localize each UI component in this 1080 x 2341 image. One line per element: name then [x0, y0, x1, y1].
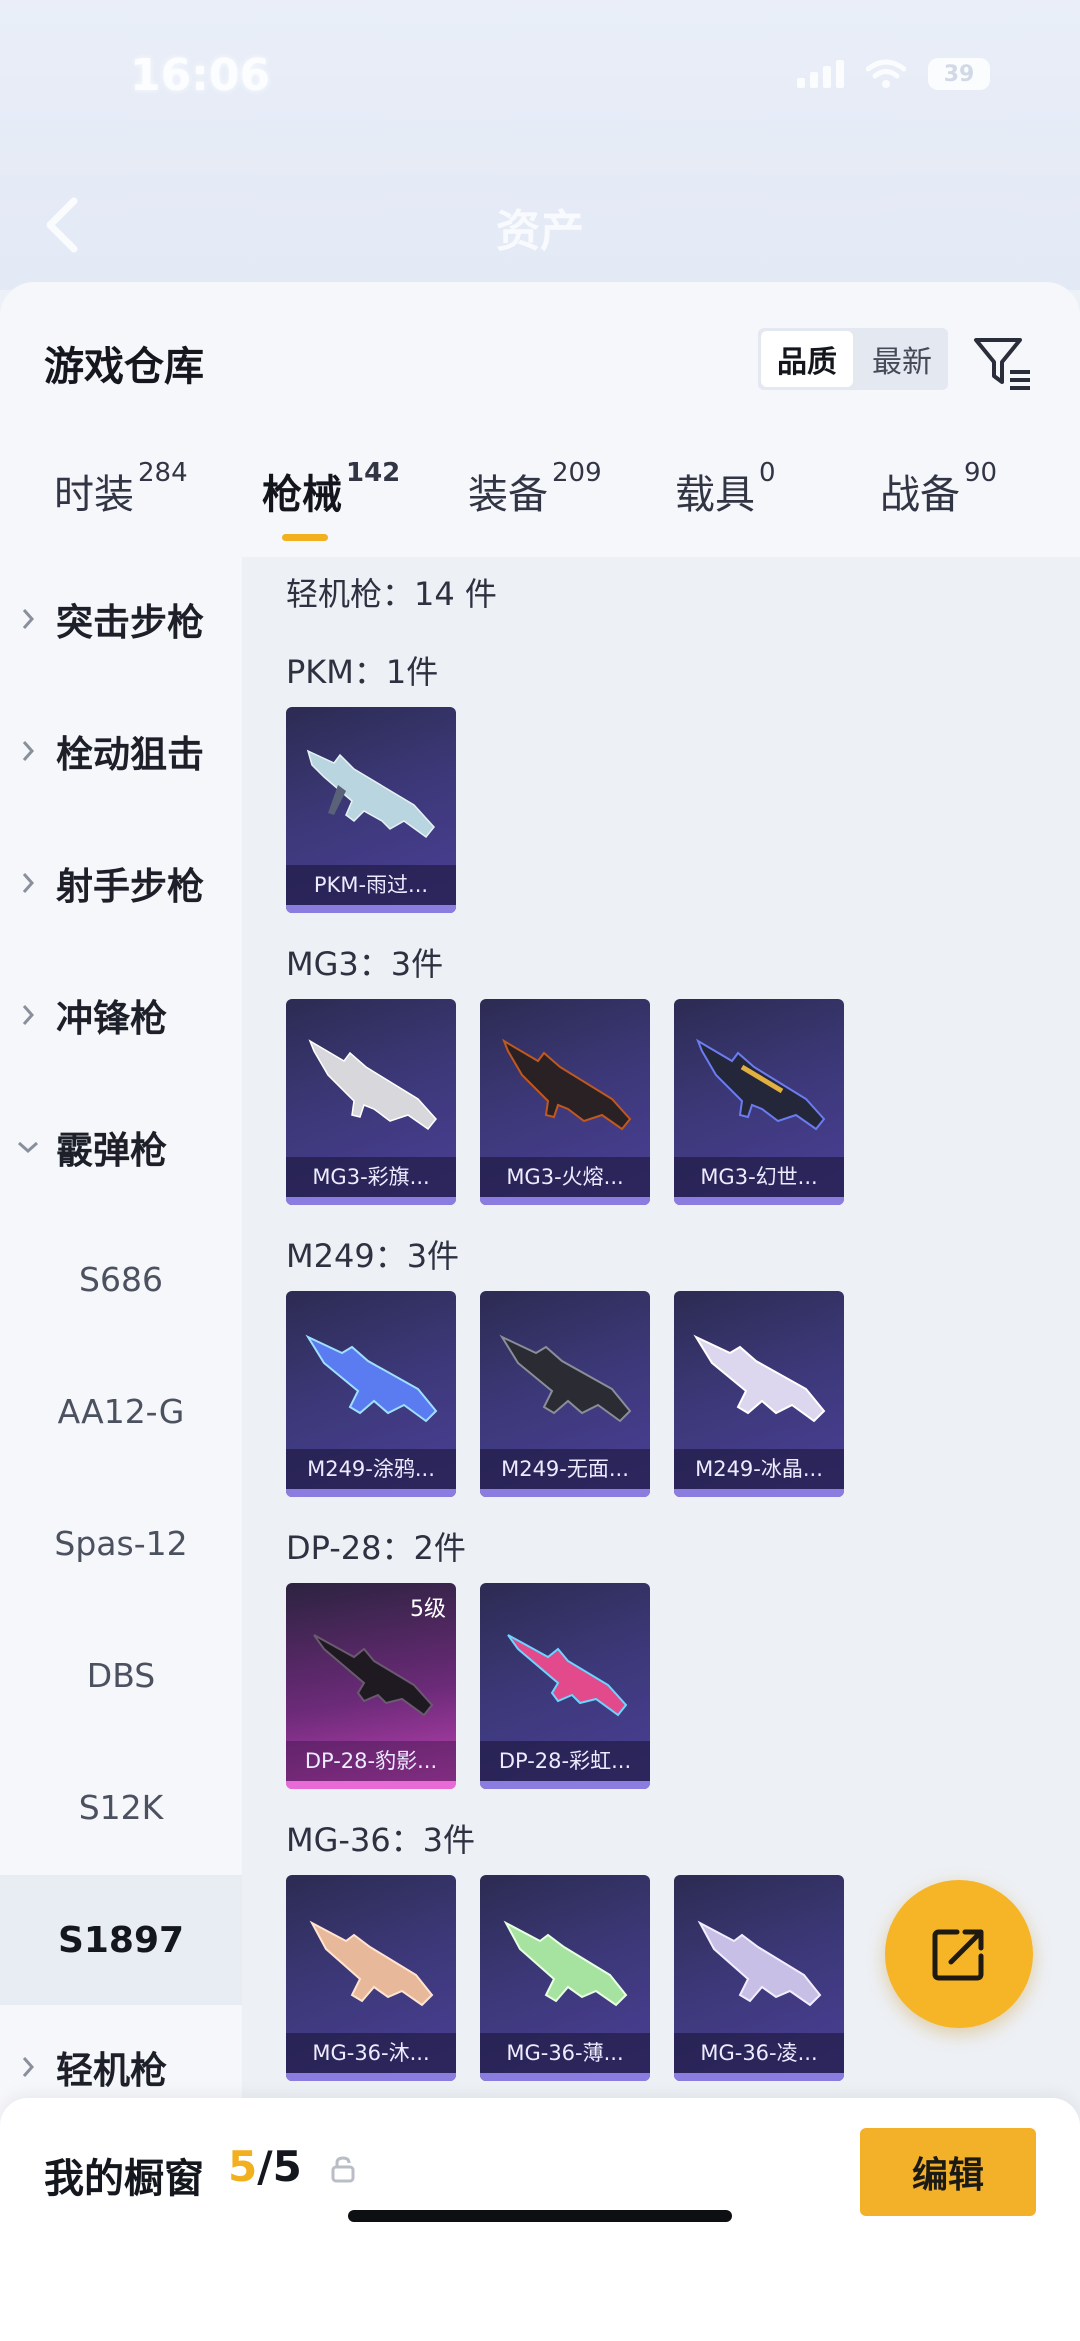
- sidebar-subitem-s12k[interactable]: S12K: [0, 1767, 242, 1847]
- gun-icon: [695, 1038, 826, 1131]
- gun-icon: [503, 1920, 628, 2007]
- weapon-card[interactable]: PKM-雨过...: [286, 707, 456, 913]
- chevron-right-icon: [0, 739, 56, 763]
- sidebar-item-bolt-sniper[interactable]: 栓动狙击: [0, 711, 242, 791]
- weapon-card[interactable]: M249-无面...: [480, 1291, 650, 1497]
- gun-icon: [507, 1634, 628, 1717]
- weapon-card[interactable]: MG-36-凌...: [674, 1875, 844, 2081]
- filter-icon[interactable]: [972, 332, 1034, 394]
- lock-icon[interactable]: [330, 2154, 356, 2184]
- edit-button[interactable]: 编辑: [860, 2128, 1036, 2216]
- signal-icon: [797, 60, 844, 88]
- chevron-right-icon: [0, 1003, 56, 1027]
- sidebar-item-assault-rifle[interactable]: 突击步枪: [0, 579, 242, 659]
- section-title-dp28: DP-28：2件: [286, 1529, 466, 1567]
- section-title-mg36: MG-36：3件: [286, 1821, 476, 1859]
- warehouse-title: 游戏仓库: [44, 344, 204, 390]
- weapon-card[interactable]: M249-冰晶...: [674, 1291, 844, 1497]
- gun-icon: [306, 749, 435, 839]
- sort-newest-button[interactable]: 最新: [856, 328, 948, 390]
- active-tab-indicator: [282, 534, 328, 541]
- section-title-pkm: PKM：1件: [286, 653, 439, 691]
- weapon-type-sidebar: 突击步枪 栓动狙击 射手步枪 冲锋枪 霰弹枪 S686 AA12-G Spas-…: [0, 557, 242, 2341]
- sidebar-subitem-s686[interactable]: S686: [0, 1239, 242, 1319]
- weapon-card[interactable]: MG3-幻世...: [674, 999, 844, 1205]
- section-title-m249: M249：3件: [286, 1237, 460, 1275]
- chevron-down-icon: [0, 1140, 56, 1154]
- tab-vehicles[interactable]: 载具 0: [675, 458, 776, 520]
- tab-guns[interactable]: 枪械 142: [262, 458, 400, 520]
- sidebar-subitem-s1897[interactable]: S1897: [0, 1875, 242, 2005]
- gun-icon: [305, 1334, 438, 1423]
- weapon-card[interactable]: MG-36-薄...: [480, 1875, 650, 2081]
- weapon-list: 轻机枪：14 件 PKM：1件 PKM-雨过... MG3：3件 MG3-彩旗.…: [242, 557, 1080, 2341]
- share-icon: [932, 1929, 984, 1981]
- warehouse-sheet: 游戏仓库 品质 最新 时装 284 枪械 142 装备 209 载具 0 战备 90 突击…: [0, 282, 1080, 2341]
- page-title: 资产: [496, 206, 584, 257]
- status-time: 16:06: [130, 50, 271, 101]
- sidebar-item-smg[interactable]: 冲锋枪: [0, 975, 242, 1055]
- weapon-card[interactable]: MG3-彩旗...: [286, 999, 456, 1205]
- weapon-card[interactable]: MG3-火熔...: [480, 999, 650, 1205]
- status-icons: 39: [797, 58, 990, 90]
- gun-icon: [308, 1039, 437, 1131]
- sidebar-item-lmg[interactable]: 轻机枪: [0, 2027, 242, 2107]
- weapon-card[interactable]: DP-28-彩虹...: [480, 1583, 650, 1789]
- weapon-card-highlighted[interactable]: 5级 DP-28-豹影...: [286, 1583, 456, 1789]
- gun-icon: [501, 1038, 632, 1131]
- category-tabs: 时装 284 枪械 142 装备 209 载具 0 战备 90: [0, 458, 1080, 552]
- chevron-right-icon: [0, 871, 56, 895]
- sort-toggle: 品质 最新: [758, 328, 948, 390]
- tab-supplies[interactable]: 战备 90: [880, 458, 997, 520]
- tab-fashion[interactable]: 时装 284: [54, 458, 188, 520]
- gun-icon: [499, 1334, 632, 1423]
- sort-quality-button[interactable]: 品质: [761, 331, 853, 387]
- section-title-mg3: MG3：3件: [286, 945, 444, 983]
- sidebar-subitem-aa12g[interactable]: AA12-G: [0, 1371, 242, 1451]
- sidebar-subitem-spas12[interactable]: Spas-12: [0, 1503, 242, 1583]
- showcase-label: 我的橱窗: [44, 2156, 204, 2202]
- sidebar-item-marksman-rifle[interactable]: 射手步枪: [0, 843, 242, 923]
- gun-icon: [697, 1920, 822, 2007]
- tab-equipment[interactable]: 装备 209: [468, 458, 602, 520]
- weapon-card[interactable]: MG-36-沐...: [286, 1875, 456, 2081]
- share-button[interactable]: [885, 1880, 1033, 2028]
- sidebar-item-shotgun[interactable]: 霰弹枪: [0, 1107, 242, 1187]
- gun-icon: [313, 1634, 434, 1717]
- chevron-right-icon: [0, 607, 56, 631]
- sidebar-subitem-dbs[interactable]: DBS: [0, 1635, 242, 1715]
- weapon-card[interactable]: M249-涂鸦...: [286, 1291, 456, 1497]
- showcase-count: 5/5: [228, 2142, 302, 2191]
- battery-icon: 39: [928, 58, 990, 90]
- gun-icon: [309, 1920, 434, 2007]
- wifi-icon: [866, 59, 906, 88]
- group-title: 轻机枪：14 件: [286, 575, 497, 613]
- gun-icon: [693, 1334, 826, 1423]
- chevron-right-icon: [0, 2055, 56, 2079]
- home-indicator: [348, 2210, 732, 2222]
